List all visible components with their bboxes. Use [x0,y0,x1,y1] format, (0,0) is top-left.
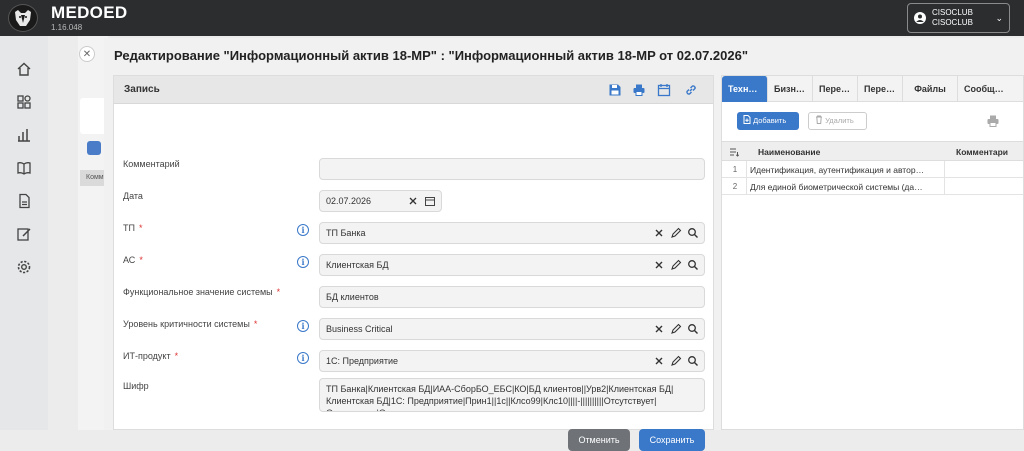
table-row[interactable]: 2 Для единой биометрической системы (да… [722,178,1023,195]
record-header: Запись [114,76,713,104]
row-number: 2 [732,182,738,191]
search-icon[interactable] [687,355,699,367]
row-name: Для единой биометрической системы (да… [750,182,923,192]
book-icon[interactable] [16,160,32,176]
add-label: Добавить [753,116,787,125]
crit-field[interactable]: Business Critical [319,318,705,340]
sidebar [0,36,48,430]
save-icon[interactable] [608,83,622,97]
save-button[interactable]: Сохранить [639,429,705,451]
pencil-icon[interactable] [670,227,682,239]
add-file-icon [743,115,751,124]
dashboard-icon[interactable] [16,94,32,110]
as-label: АС * [123,255,143,265]
it-info-icon[interactable]: i [297,352,309,364]
user-org: CISOCLUB [932,18,973,27]
date-label: Дата [123,191,143,201]
pencil-icon[interactable] [670,355,682,367]
it-label: ИТ-продукт * [123,351,179,361]
clear-icon[interactable] [653,323,665,335]
cancel-button[interactable]: Отменить [568,429,630,451]
tp-value: ТП Банка [326,228,366,238]
search-icon[interactable] [687,323,699,335]
tp-field[interactable]: ТП Банка [319,222,705,244]
print-icon[interactable] [632,83,646,97]
gear-icon[interactable] [16,259,32,275]
calendar-icon[interactable] [657,83,671,97]
link-icon[interactable] [684,83,698,97]
tp-info-icon[interactable]: i [297,224,309,236]
comment-field[interactable] [319,158,705,180]
column-name[interactable]: Наименование [758,147,820,157]
cipher-label: Шифр [123,381,149,391]
row-name: Идентификация, аутентификация и автор… [750,165,925,175]
column-menu-icon[interactable] [729,147,739,157]
tab-business[interactable]: Бизн… [768,76,813,102]
tab-tech[interactable]: Техн… [722,76,768,102]
tab-transfer-2[interactable]: Пере… [858,76,903,102]
user-name: CISOCLUB [932,8,973,17]
pencil-icon[interactable] [670,259,682,271]
tab-transfer-1[interactable]: Пере… [813,76,858,102]
table-row[interactable]: 1 Идентификация, аутентификация и автор… [722,161,1023,178]
comment-label: Комментарий [123,159,180,169]
clear-icon[interactable] [653,259,665,271]
it-value: 1С: Предприятие [326,356,398,366]
as-info-icon[interactable]: i [297,256,309,268]
crit-label: Уровень критичности системы * [123,319,258,329]
func-label: Функциональное значение системы * [123,287,281,297]
row-number: 1 [732,165,738,174]
calendar-icon[interactable] [424,195,436,207]
column-comment[interactable]: Комментари [956,147,1008,157]
edit-modal: Редактирование "Информационный актив 18-… [104,38,1024,451]
background-card [80,98,106,134]
table-header: Наименование Комментари [722,141,1023,161]
trash-icon [816,115,822,124]
chevron-down-icon: ⌄ [995,12,1003,23]
add-button[interactable]: Добавить [737,112,799,130]
chart-icon[interactable] [16,127,32,143]
clear-icon[interactable] [407,195,419,207]
top-bar: MEDOED 1.16.048 CISOCLUB CISOCLUB ⌄ [0,0,1024,36]
search-icon[interactable] [687,227,699,239]
crit-info-icon[interactable]: i [297,320,309,332]
user-menu[interactable]: CISOCLUB CISOCLUB ⌄ [907,3,1010,33]
record-panel: Запись Комментарий Дата 02.07.2026 ТП * i… [113,75,714,451]
clear-icon[interactable] [653,355,665,367]
edit-icon[interactable] [16,226,32,242]
close-modal-button[interactable]: ✕ [79,46,95,62]
as-field[interactable]: Клиентская БД [319,254,705,276]
it-field[interactable]: 1С: Предприятие [319,350,705,372]
record-title: Запись [124,84,160,95]
user-avatar-icon [914,12,926,24]
delete-button[interactable]: Удалить [808,112,867,130]
logo[interactable] [8,4,38,32]
badger-logo-icon [15,10,31,26]
func-field[interactable]: БД клиентов [319,286,705,308]
crit-value: Business Critical [326,324,393,334]
brand-name: MEDOED [51,3,128,22]
date-value: 02.07.2026 [326,196,372,206]
background-button [87,141,101,155]
cipher-field[interactable]: ТП Банка|Клиентская БД|ИАА-СборБО_ЕБС|КО… [319,378,705,412]
app-version: 1.16.048 [51,23,83,32]
print-icon[interactable] [986,114,1000,128]
tp-label: ТП * [123,223,143,233]
tab-files[interactable]: Файлы [903,76,958,102]
tab-messages[interactable]: Сообщ… [958,76,1023,102]
related-panel: Техн… Бизн… Пере… Пере… Файлы Сообщ… Доб… [721,75,1024,430]
home-icon[interactable] [16,61,32,77]
as-value: Клиентская БД [326,260,389,270]
delete-label: Удалить [825,116,854,125]
pencil-icon[interactable] [670,323,682,335]
date-field[interactable]: 02.07.2026 [319,190,442,212]
clear-icon[interactable] [653,227,665,239]
modal-title: Редактирование "Информационный актив 18-… [114,48,748,63]
tab-bar: Техн… Бизн… Пере… Пере… Файлы Сообщ… [722,76,1023,102]
document-icon[interactable] [16,193,32,209]
search-icon[interactable] [687,259,699,271]
